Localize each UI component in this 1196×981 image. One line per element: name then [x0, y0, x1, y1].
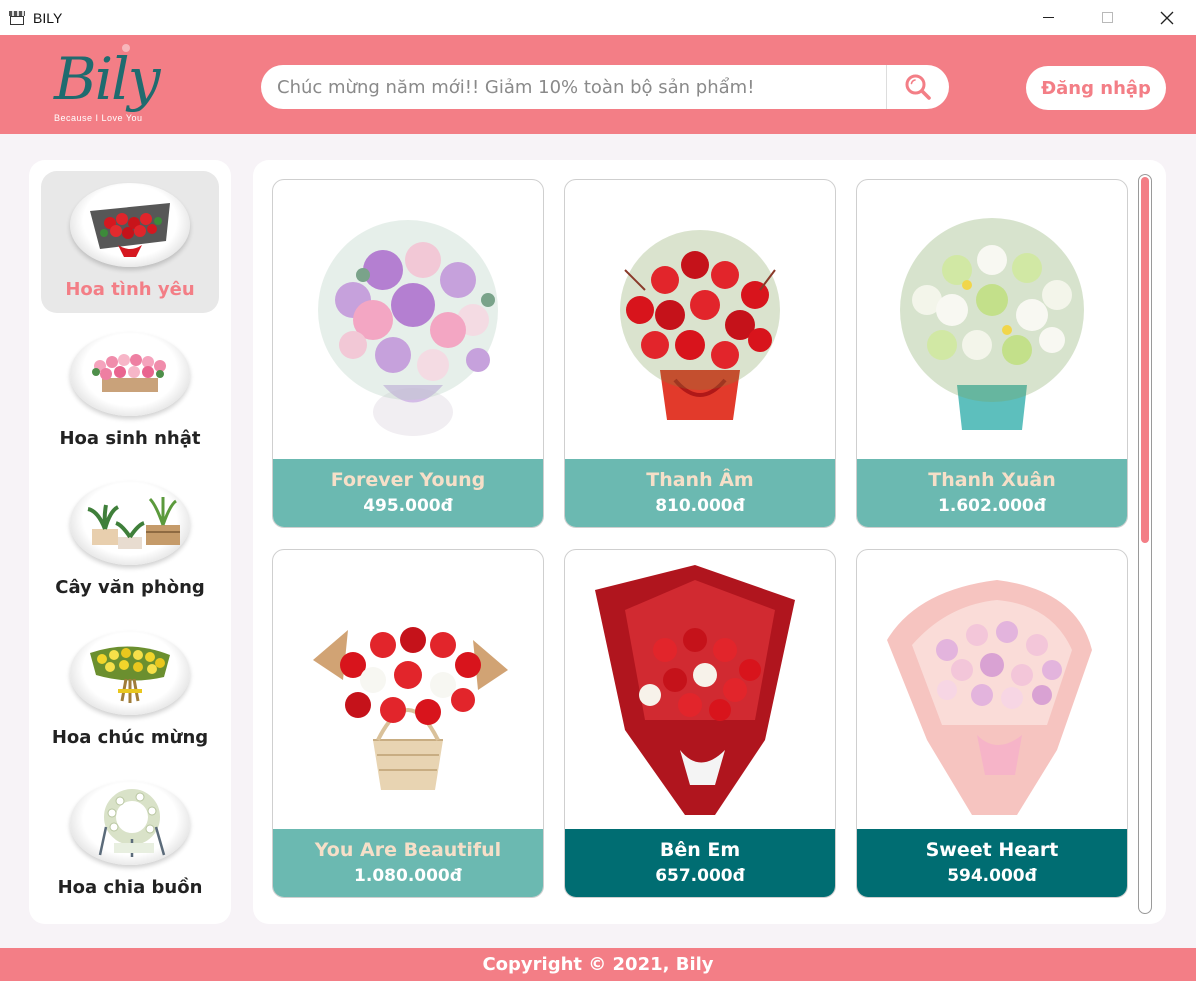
product-card[interactable]: You Are Beautiful 1.080.000đ [272, 549, 544, 898]
logo-wordmark: Bily [54, 45, 160, 113]
product-card[interactable]: Sweet Heart 594.000đ [856, 549, 1128, 898]
minimize-icon [1043, 17, 1054, 18]
condolence-wreath-icon [70, 781, 190, 865]
product-card[interactable]: Thanh Âm 810.000đ [564, 179, 836, 528]
product-name: Thanh Xuân [928, 469, 1056, 491]
category-label: Cây văn phòng [55, 577, 205, 598]
category-label: Hoa sinh nhật [59, 428, 201, 449]
product-info: Forever Young 495.000đ [273, 459, 543, 527]
product-price: 810.000đ [655, 496, 745, 516]
close-icon [1160, 11, 1173, 24]
category-label: Hoa tình yêu [65, 279, 195, 300]
search-button[interactable] [887, 65, 949, 109]
product-card[interactable]: Bên Em 657.000đ [564, 549, 836, 898]
product-price: 594.000đ [947, 866, 1037, 886]
product-image-sweet-heart [857, 550, 1127, 829]
app-footer: Copyright © 2021, Bily [0, 948, 1196, 981]
product-image-thanh-xuan [857, 180, 1127, 459]
rose-icon [122, 44, 130, 52]
bily-logo[interactable]: Bily Because I Love You [50, 43, 200, 129]
product-name: Forever Young [330, 469, 486, 491]
window-titlebar: BILY [0, 0, 1196, 35]
search-input[interactable] [277, 65, 877, 109]
product-name: Sweet Heart [925, 839, 1059, 861]
login-button[interactable]: Đăng nhập [1026, 66, 1166, 110]
product-info: Thanh Âm 810.000đ [565, 459, 835, 527]
product-card[interactable]: Thanh Xuân 1.602.000đ [856, 179, 1128, 528]
product-image-thanh-am [565, 180, 835, 459]
category-hoa-sinh-nhat[interactable]: Hoa sinh nhật [41, 320, 219, 462]
maximize-button[interactable] [1078, 0, 1137, 35]
product-name: You Are Beautiful [314, 839, 502, 861]
copyright-text: Copyright © 2021, Bily [482, 954, 714, 975]
category-hoa-chia-buon[interactable]: Hoa chia buồn [41, 769, 219, 911]
product-price: 495.000đ [363, 496, 453, 516]
category-label: Hoa chúc mừng [51, 727, 209, 748]
product-info: Thanh Xuân 1.602.000đ [857, 459, 1127, 527]
product-panel: Forever Young 495.000đ Thanh Âm 810.000đ [253, 160, 1166, 924]
product-image-you-are-beautiful [273, 550, 543, 829]
category-hoa-tinh-yeu[interactable]: Hoa tình yêu [41, 171, 219, 313]
window-title: BILY [33, 9, 63, 26]
window-controls [1019, 0, 1196, 35]
search-bar [261, 65, 949, 109]
search-icon [905, 74, 931, 100]
product-scrollbar[interactable] [1138, 174, 1152, 914]
product-image-ben-em [565, 550, 835, 829]
love-bouquet-icon [70, 183, 190, 267]
category-label: Hoa chia buồn [57, 877, 203, 898]
store-icon [9, 10, 25, 25]
logo-tagline: Because I Love You [54, 113, 143, 123]
minimize-button[interactable] [1019, 0, 1078, 35]
category-cay-van-phong[interactable]: Cây văn phòng [41, 469, 219, 611]
office-plant-icon [70, 481, 190, 565]
category-hoa-chuc-mung[interactable]: Hoa chúc mừng [41, 619, 219, 761]
product-price: 1.080.000đ [354, 866, 462, 886]
product-image-forever-young [273, 180, 543, 459]
product-name: Bên Em [659, 839, 741, 861]
maximize-icon [1102, 12, 1113, 23]
product-card[interactable]: Forever Young 495.000đ [272, 179, 544, 528]
product-name: Thanh Âm [646, 469, 754, 491]
category-sidebar: Hoa tình yêu Hoa sinh nhật Cây văn phòng… [29, 160, 231, 924]
birthday-flowers-icon [70, 332, 190, 416]
app-header: Bily Because I Love You Đăng nhập [0, 35, 1196, 134]
product-info: Sweet Heart 594.000đ [857, 829, 1127, 897]
congrats-flowers-icon [70, 631, 190, 715]
product-info: Bên Em 657.000đ [565, 829, 835, 897]
close-button[interactable] [1137, 0, 1196, 35]
product-price: 657.000đ [655, 866, 745, 886]
product-price: 1.602.000đ [938, 496, 1046, 516]
product-info: You Are Beautiful 1.080.000đ [273, 829, 543, 897]
scrollbar-thumb[interactable] [1141, 177, 1149, 543]
